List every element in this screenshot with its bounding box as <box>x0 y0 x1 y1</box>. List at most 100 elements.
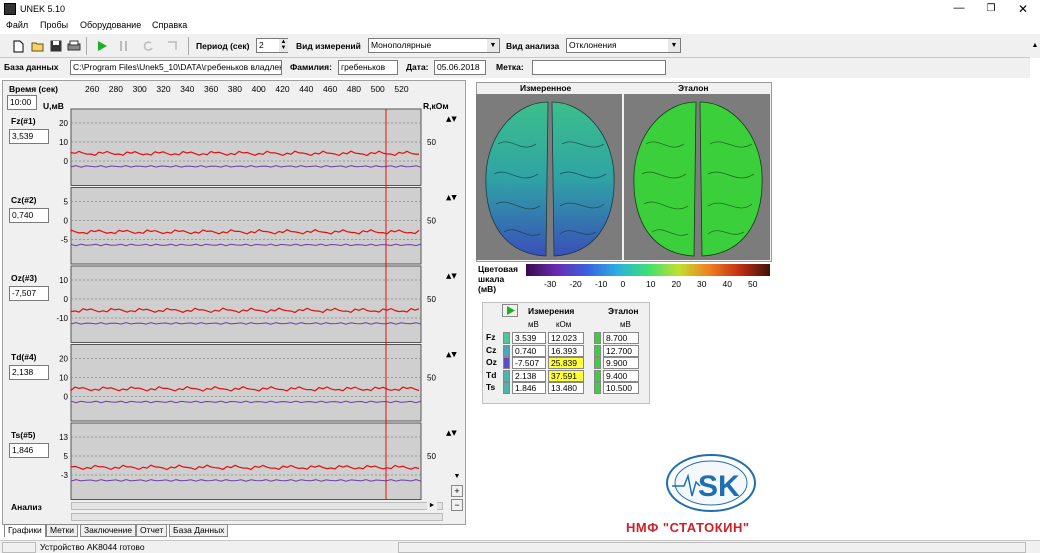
scale-tick: -10 <box>595 279 608 289</box>
save-icon[interactable] <box>48 38 64 54</box>
new-file-icon[interactable] <box>10 38 26 54</box>
title-bar: UNEK 5.10 — ❐ ✕ <box>0 0 1040 18</box>
pause-icon[interactable] <box>116 38 132 54</box>
stop-icon[interactable] <box>164 38 180 54</box>
scale-tick: 0 <box>620 279 626 289</box>
scale-label-1: Цветовая <box>478 264 518 274</box>
db-path-input[interactable]: C:\Program Files\Unek5_10\DATA\гребенько… <box>70 60 282 75</box>
table-row: Ts 1.846 13.480 10.500 <box>482 382 650 394</box>
channel-scroll-icon[interactable]: ▲▼ <box>446 272 457 280</box>
r-tick-label: 50 <box>427 138 436 147</box>
row-mv: 0.740 <box>512 344 546 357</box>
row-mv: -7.507 <box>512 357 546 369</box>
table-row: Cz 0.740 16.393 12.700 <box>482 344 650 357</box>
measurements-header: Измерения <box>528 306 575 316</box>
svg-text:SK: SK <box>698 470 740 503</box>
scale-label-2: шкала <box>478 274 505 284</box>
channel-scroll-icon[interactable]: ▲▼ <box>446 194 457 202</box>
horizontal-scrollbar[interactable] <box>71 502 443 510</box>
channel-plot-area <box>70 344 422 422</box>
tab-conclusion[interactable]: Заключение <box>80 524 137 537</box>
mark-label: Метка: <box>496 62 524 72</box>
menu-equipment[interactable]: Оборудование <box>80 20 141 30</box>
tab-marks[interactable]: Метки <box>46 524 78 537</box>
tab-graphs[interactable]: Графики <box>4 524 46 537</box>
scale-tick: 40 <box>722 279 732 289</box>
table-row: Oz -7.507 25.839 9.900 <box>482 357 650 369</box>
unit-mv: мВ <box>528 320 539 329</box>
channel-scroll-icon[interactable]: ▲▼ <box>446 429 457 437</box>
right-scroll-arrow-icon[interactable]: ▲ <box>1030 34 1040 58</box>
analysis-label: Анализ <box>11 502 42 512</box>
vertical-scroll-down-icon[interactable]: ▼ <box>452 473 462 483</box>
r-tick-label: 50 <box>427 217 436 226</box>
open-folder-icon[interactable] <box>30 38 46 54</box>
y-tick-label: 20 <box>59 119 68 128</box>
surname-input[interactable]: гребеньков <box>338 60 398 75</box>
horizontal-scrollbar-2[interactable] <box>71 513 443 521</box>
unit-kohm: кОм <box>556 320 572 329</box>
row-kohm: 12.023 <box>548 332 584 344</box>
measurement-rows: Fz 3.539 12.023 8.700 Cz 0.740 16.393 12.700 Oz -… <box>482 332 650 402</box>
menu-file[interactable]: Файл <box>6 20 28 30</box>
menu-probes[interactable]: Пробы <box>40 20 68 30</box>
scroll-right-icon[interactable]: ► <box>427 502 437 510</box>
chevron-down-icon[interactable]: ▼ <box>668 39 680 52</box>
unit-mv-ref: мВ <box>620 320 631 329</box>
channel-plot-area <box>70 265 422 343</box>
ref-color-swatch <box>594 332 601 344</box>
refresh-play-button[interactable] <box>502 304 518 317</box>
bottom-tabs: Графики Метки Заключение Отчет База Данн… <box>0 523 470 537</box>
zoom-in-button[interactable]: + <box>451 485 463 497</box>
channel-scroll-icon[interactable]: ▲▼ <box>446 115 457 123</box>
row-color-swatch <box>503 344 510 357</box>
period-stepper[interactable]: ▲ ▼ <box>279 39 288 52</box>
row-ref: 10.500 <box>603 382 639 394</box>
analysis-type-select[interactable]: Отклонения <box>566 38 681 53</box>
reference-label: Эталон <box>678 83 709 93</box>
row-name: Td <box>486 369 497 380</box>
row-ref: 8.700 <box>603 332 639 344</box>
row-kohm: 16.393 <box>548 344 584 357</box>
eeg-traces: 2010050▲▼50-550▲▼100-1050▲▼2010050▲▼135-… <box>56 108 457 500</box>
minimize-icon[interactable]: — <box>944 0 974 18</box>
status-cell-2 <box>398 542 1026 553</box>
mark-input[interactable] <box>532 60 666 75</box>
row-color-swatch <box>503 382 510 394</box>
row-color-swatch <box>503 357 510 369</box>
statokin-logo: SK <box>666 454 756 512</box>
rotate-icon[interactable] <box>140 38 156 54</box>
scale-tick: -30 <box>544 279 557 289</box>
scale-label-3: (мВ) <box>478 284 497 294</box>
ref-color-swatch <box>594 344 601 357</box>
tab-database[interactable]: База Данных <box>169 524 229 537</box>
menu-help[interactable]: Справка <box>152 20 187 30</box>
print-icon[interactable] <box>66 38 82 54</box>
play-icon[interactable] <box>94 38 110 54</box>
table-row: Td 2.138 37.591 9.400 <box>482 369 650 382</box>
y-tick-label: 10 <box>59 374 68 383</box>
table-row: Fz 3.539 12.023 8.700 <box>482 332 650 344</box>
graph-panel: Время (сек) 10:00 U,мВ R,кОм 260 280 300 32… <box>2 80 466 525</box>
y-tick-label: 0 <box>64 295 69 304</box>
restore-icon[interactable]: ❐ <box>976 0 1006 18</box>
ref-color-swatch <box>594 369 601 382</box>
color-scale-ticks: -30 -20 -10 0 10 20 30 40 50 <box>526 279 770 291</box>
close-icon[interactable]: ✕ <box>1008 0 1038 18</box>
channel-scroll-icon[interactable]: ▲▼ <box>446 351 457 359</box>
chevron-down-icon[interactable]: ▼ <box>487 39 499 52</box>
y-tick-label: 0 <box>64 157 69 166</box>
zoom-out-button[interactable]: − <box>451 499 463 511</box>
toolbar: Период (сек) 2 ▲ ▼ Вид измерений Монополя… <box>0 34 1030 58</box>
tab-report[interactable]: Отчет <box>136 524 168 537</box>
date-input[interactable]: 05.06.2018 <box>434 60 486 75</box>
y-tick-label: -3 <box>61 471 69 480</box>
row-name: Oz <box>486 357 497 367</box>
row-ref: 9.400 <box>603 369 639 382</box>
meas-type-select[interactable]: Монополярные <box>368 38 500 53</box>
meas-type-label: Вид измерений <box>296 41 361 51</box>
y-tick-label: -10 <box>56 314 68 323</box>
row-name: Cz <box>486 344 497 355</box>
reference-header: Эталон <box>608 306 639 316</box>
channel-plot-area <box>70 108 422 186</box>
